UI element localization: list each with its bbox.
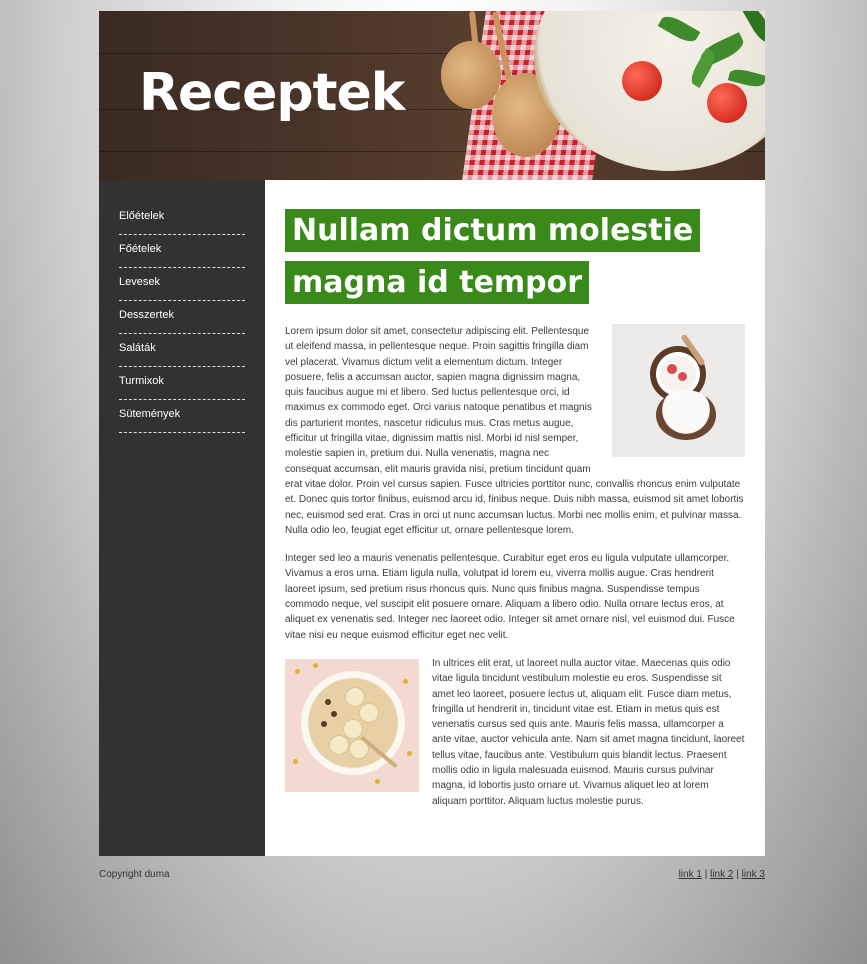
header-banner: Receptek xyxy=(99,11,765,180)
sidebar-item-sutemenyek[interactable]: Sütemények xyxy=(119,400,245,433)
site-title: Receptek xyxy=(139,63,405,123)
sidebar-item-foetelek[interactable]: Főételek xyxy=(119,235,245,268)
link-separator: | xyxy=(736,869,739,880)
sidebar-nav: Előételek Főételek Levesek Desszertek Sa… xyxy=(99,180,265,856)
sidebar-item-levesek[interactable]: Levesek xyxy=(119,268,245,301)
sidebar-item-eloetelek[interactable]: Előételek xyxy=(119,202,245,235)
banana-bowl-image xyxy=(285,658,419,792)
sidebar-item-salatak[interactable]: Saláták xyxy=(119,334,245,367)
coconut-smoothie-image xyxy=(612,324,745,457)
copyright-text: Copyright duma xyxy=(99,869,170,880)
wooden-spoon-image xyxy=(441,41,501,109)
sidebar-item-desszertek[interactable]: Desszertek xyxy=(119,301,245,334)
headline-text: Nullam dictum molestie magna id tempor xyxy=(285,209,701,304)
footer-link-2[interactable]: link 2 xyxy=(710,869,733,880)
footer-link-1[interactable]: link 1 xyxy=(679,869,702,880)
article-headline: Nullam dictum molestie magna id tempor xyxy=(285,206,745,310)
footer-link-3[interactable]: link 3 xyxy=(742,869,765,880)
page-container: Receptek Előételek Főételek Levesek Dess… xyxy=(99,11,765,856)
article-content: Nullam dictum molestie magna id tempor L… xyxy=(265,180,765,856)
paragraph-2: Integer sed leo a mauris venenatis pelle… xyxy=(285,553,735,641)
sidebar-item-turmixok[interactable]: Turmixok xyxy=(119,367,245,400)
footer-links: link 1 | link 2 | link 3 xyxy=(679,869,765,880)
link-separator: | xyxy=(704,869,708,880)
